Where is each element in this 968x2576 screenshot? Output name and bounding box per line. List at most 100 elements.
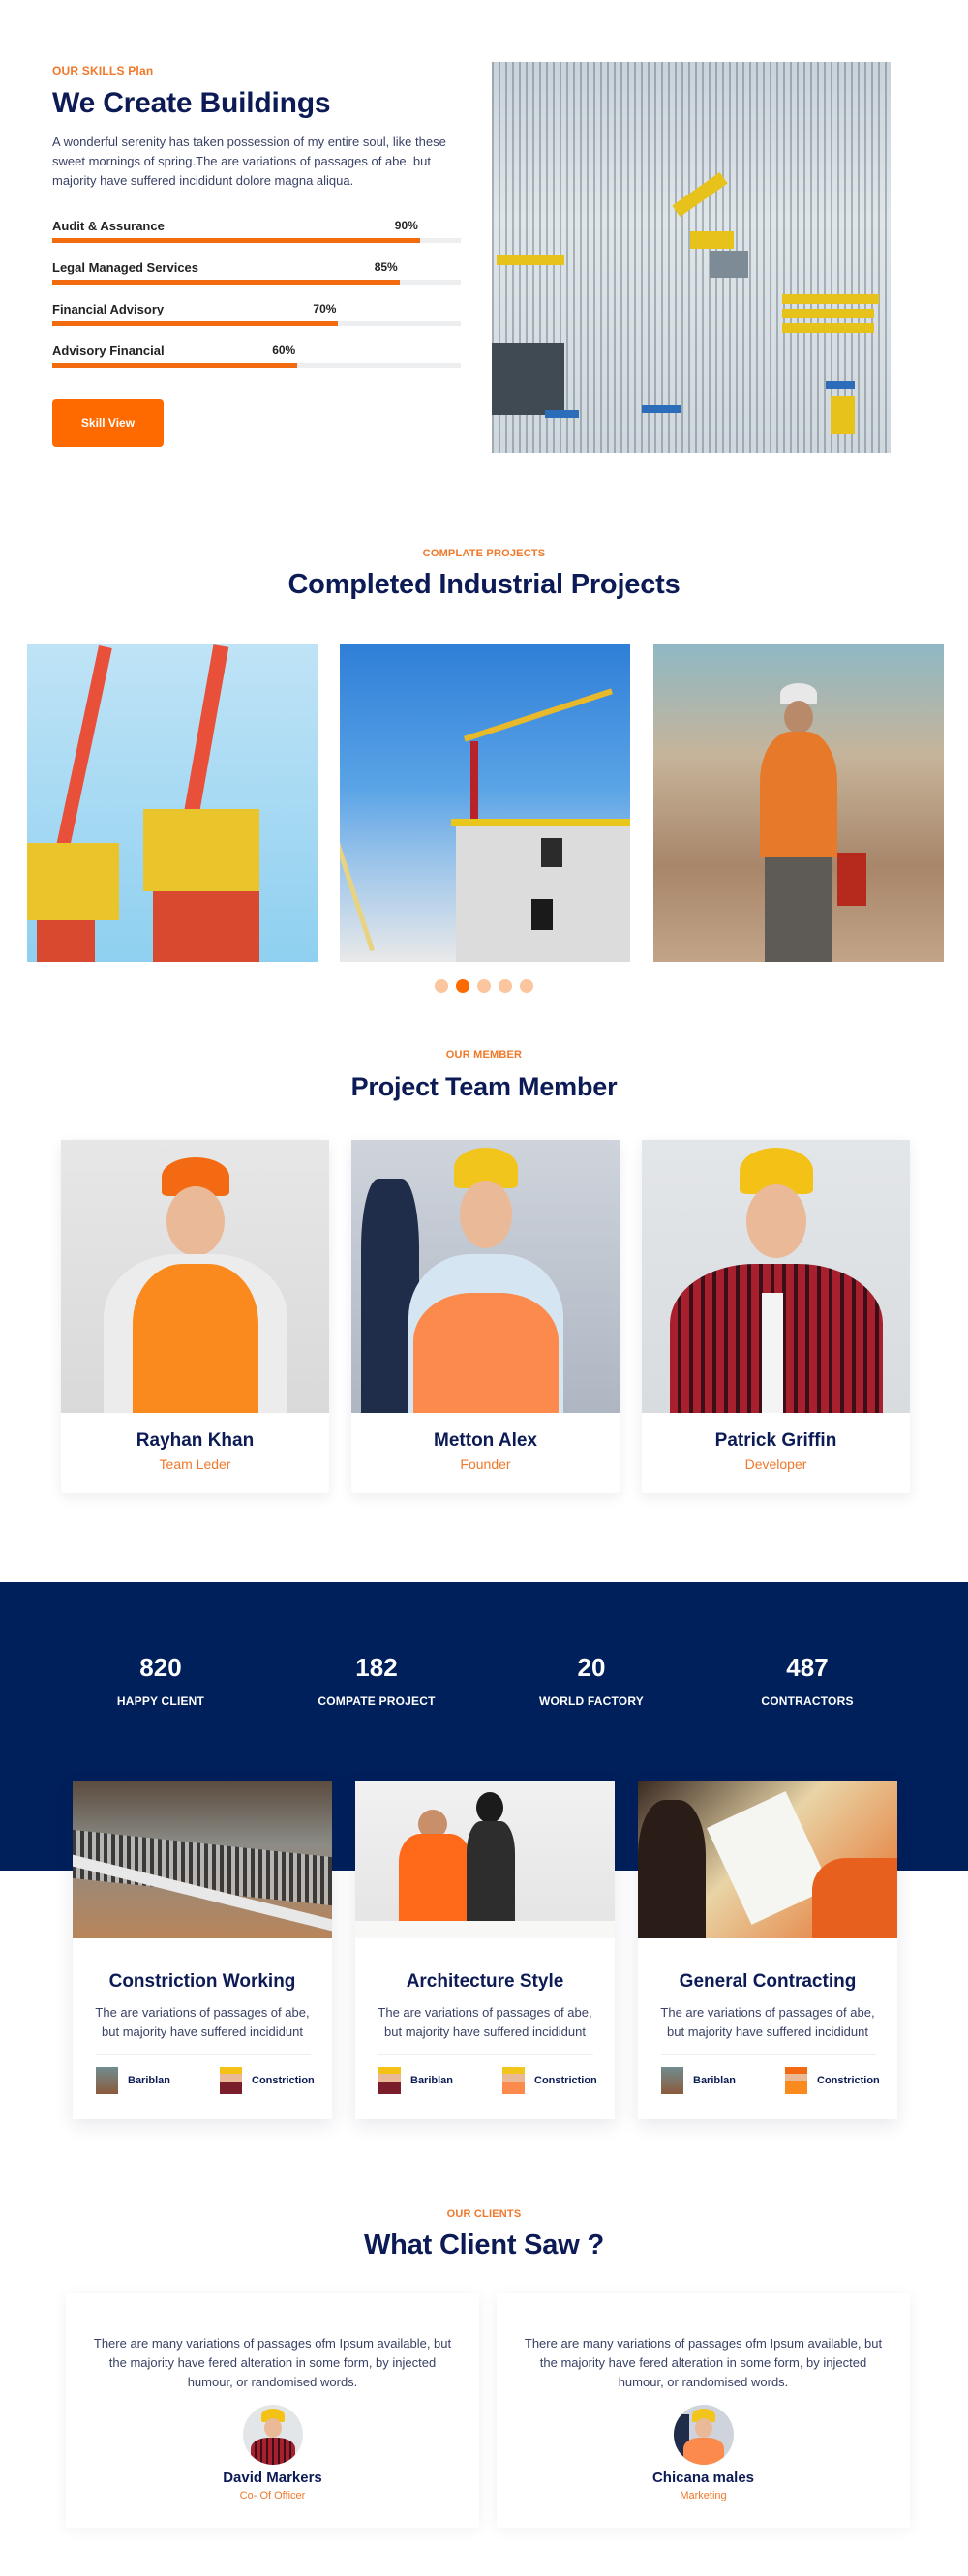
project-image-building[interactable] — [340, 644, 630, 962]
clients-title: What Client Saw ? — [364, 2230, 604, 2261]
project-image-worker[interactable] — [653, 644, 944, 962]
skill-fill — [52, 280, 400, 285]
skills-eyebrow: OUR SKILLS Plan — [52, 64, 154, 77]
counter-item: 182 COMPATE PROJECT — [280, 1653, 473, 1708]
testimonial-card: There are many variations of passages of… — [497, 2293, 910, 2528]
clients-eyebrow: OUR CLIENTS — [446, 2208, 522, 2220]
counter-value: 182 — [355, 1653, 398, 1682]
divider — [661, 2054, 876, 2055]
client-role: Co- Of Officer — [239, 2490, 306, 2501]
service-meta[interactable]: Constriction — [502, 2067, 597, 2094]
client-role: Marketing — [680, 2490, 727, 2501]
service-description: The are variations of passages of abe, b… — [378, 2005, 592, 2039]
skill-track — [52, 321, 461, 326]
service-card[interactable]: Constriction Working The are variations … — [73, 1781, 332, 2119]
service-image — [73, 1781, 332, 1938]
construction-site-image — [492, 62, 891, 453]
team-member-role: Founder — [460, 1456, 511, 1472]
divider — [378, 2054, 593, 2055]
team-card[interactable]: Rayhan Khan Team Leder — [61, 1140, 329, 1493]
counter-item: 487 CONTRACTORS — [711, 1653, 904, 1708]
client-name: David Markers — [223, 2470, 322, 2486]
counter-label: CONTRACTORS — [761, 1694, 854, 1708]
author-thumbnail — [661, 2067, 683, 2094]
projects-title: Completed Industrial Projects — [287, 569, 681, 600]
service-description: The are variations of passages of abe, b… — [95, 2005, 310, 2039]
team-member-photo — [351, 1140, 620, 1413]
team-card[interactable]: Metton Alex Founder — [351, 1140, 620, 1493]
counter-label: WORLD FACTORY — [539, 1694, 644, 1708]
skills-description: A wonderful serenity has taken possessio… — [52, 135, 446, 188]
divider — [96, 2054, 311, 2055]
skill-bar: Legal Managed Services 85% — [52, 260, 461, 289]
skill-percent: 60% — [272, 344, 296, 357]
carousel-dot[interactable] — [435, 979, 448, 993]
service-meta-label: Constriction — [534, 2075, 597, 2086]
testimonial-text: There are many variations of passages of… — [524, 2336, 883, 2389]
team-eyebrow: OUR MEMBER — [445, 1049, 523, 1061]
author-thumbnail — [96, 2067, 118, 2094]
skill-fill — [52, 363, 298, 368]
service-card[interactable]: General Contracting The are variations o… — [638, 1781, 897, 2119]
team-member-photo — [61, 1140, 329, 1413]
counter-value: 20 — [577, 1653, 606, 1682]
skills-title: We Create Buildings — [52, 87, 331, 119]
service-meta[interactable]: Bariblan — [661, 2067, 737, 2094]
testimonial-card: There are many variations of passages of… — [66, 2293, 479, 2528]
service-title: General Contracting — [679, 1971, 857, 1992]
skill-label: Advisory Financial — [52, 344, 165, 358]
author-thumbnail — [220, 2067, 242, 2094]
skill-percent: 70% — [313, 302, 337, 315]
team-member-role: Developer — [744, 1456, 807, 1472]
service-image — [355, 1781, 615, 1938]
client-name: Chicana males — [651, 2470, 755, 2486]
skill-track — [52, 238, 461, 243]
author-thumbnail — [502, 2067, 525, 2094]
skill-percent: 90% — [394, 219, 418, 232]
author-thumbnail — [785, 2067, 807, 2094]
team-title: Project Team Member — [350, 1072, 618, 1101]
team-member-name: Patrick Griffin — [714, 1430, 837, 1451]
skill-fill — [52, 238, 420, 243]
counter-label: HAPPY CLIENT — [116, 1694, 205, 1708]
carousel-dot[interactable] — [456, 979, 469, 993]
team-card[interactable]: Patrick Griffin Developer — [642, 1140, 910, 1493]
skill-bar: Financial Advisory 70% — [52, 302, 461, 331]
skill-view-button[interactable]: Skill View — [52, 399, 164, 447]
client-avatar — [673, 2405, 734, 2465]
team-member-name: Metton Alex — [434, 1430, 537, 1451]
skill-label: Legal Managed Services — [52, 260, 199, 275]
skill-track — [52, 280, 461, 285]
service-title: Architecture Style — [406, 1971, 564, 1992]
service-meta-label: Bariblan — [410, 2075, 454, 2086]
carousel-dot[interactable] — [520, 979, 533, 993]
skill-bar: Advisory Financial 60% — [52, 344, 461, 373]
carousel-dot[interactable] — [477, 979, 491, 993]
service-meta-label: Constriction — [252, 2075, 315, 2086]
skill-bar: Audit & Assurance 90% — [52, 219, 461, 248]
team-member-name: Rayhan Khan — [136, 1430, 255, 1451]
carousel-dot[interactable] — [499, 979, 512, 993]
project-image-cranes[interactable] — [27, 644, 318, 962]
skill-track — [52, 363, 461, 368]
service-image — [638, 1781, 897, 1938]
service-meta-label: Bariblan — [693, 2075, 737, 2086]
service-meta[interactable]: Constriction — [220, 2067, 315, 2094]
testimonial-text: There are many variations of passages of… — [93, 2336, 452, 2389]
author-thumbnail — [378, 2067, 401, 2094]
service-meta[interactable]: Constriction — [785, 2067, 880, 2094]
projects-eyebrow: COMPLATE PROJECTS — [422, 548, 546, 559]
counter-value: 820 — [139, 1653, 182, 1682]
service-meta[interactable]: Bariblan — [96, 2067, 171, 2094]
client-avatar — [242, 2405, 303, 2465]
service-meta[interactable]: Bariblan — [378, 2067, 454, 2094]
skill-fill — [52, 321, 339, 326]
counter-item: 820 HAPPY CLIENT — [64, 1653, 257, 1708]
service-meta-label: Bariblan — [128, 2075, 171, 2086]
service-card[interactable]: Architecture Style The are variations of… — [355, 1781, 615, 2119]
counter-item: 20 WORLD FACTORY — [495, 1653, 688, 1708]
counter-value: 487 — [786, 1653, 829, 1682]
service-title: Constriction Working — [108, 1971, 296, 1992]
team-member-photo — [642, 1140, 910, 1413]
counter-label: COMPATE PROJECT — [318, 1694, 436, 1708]
